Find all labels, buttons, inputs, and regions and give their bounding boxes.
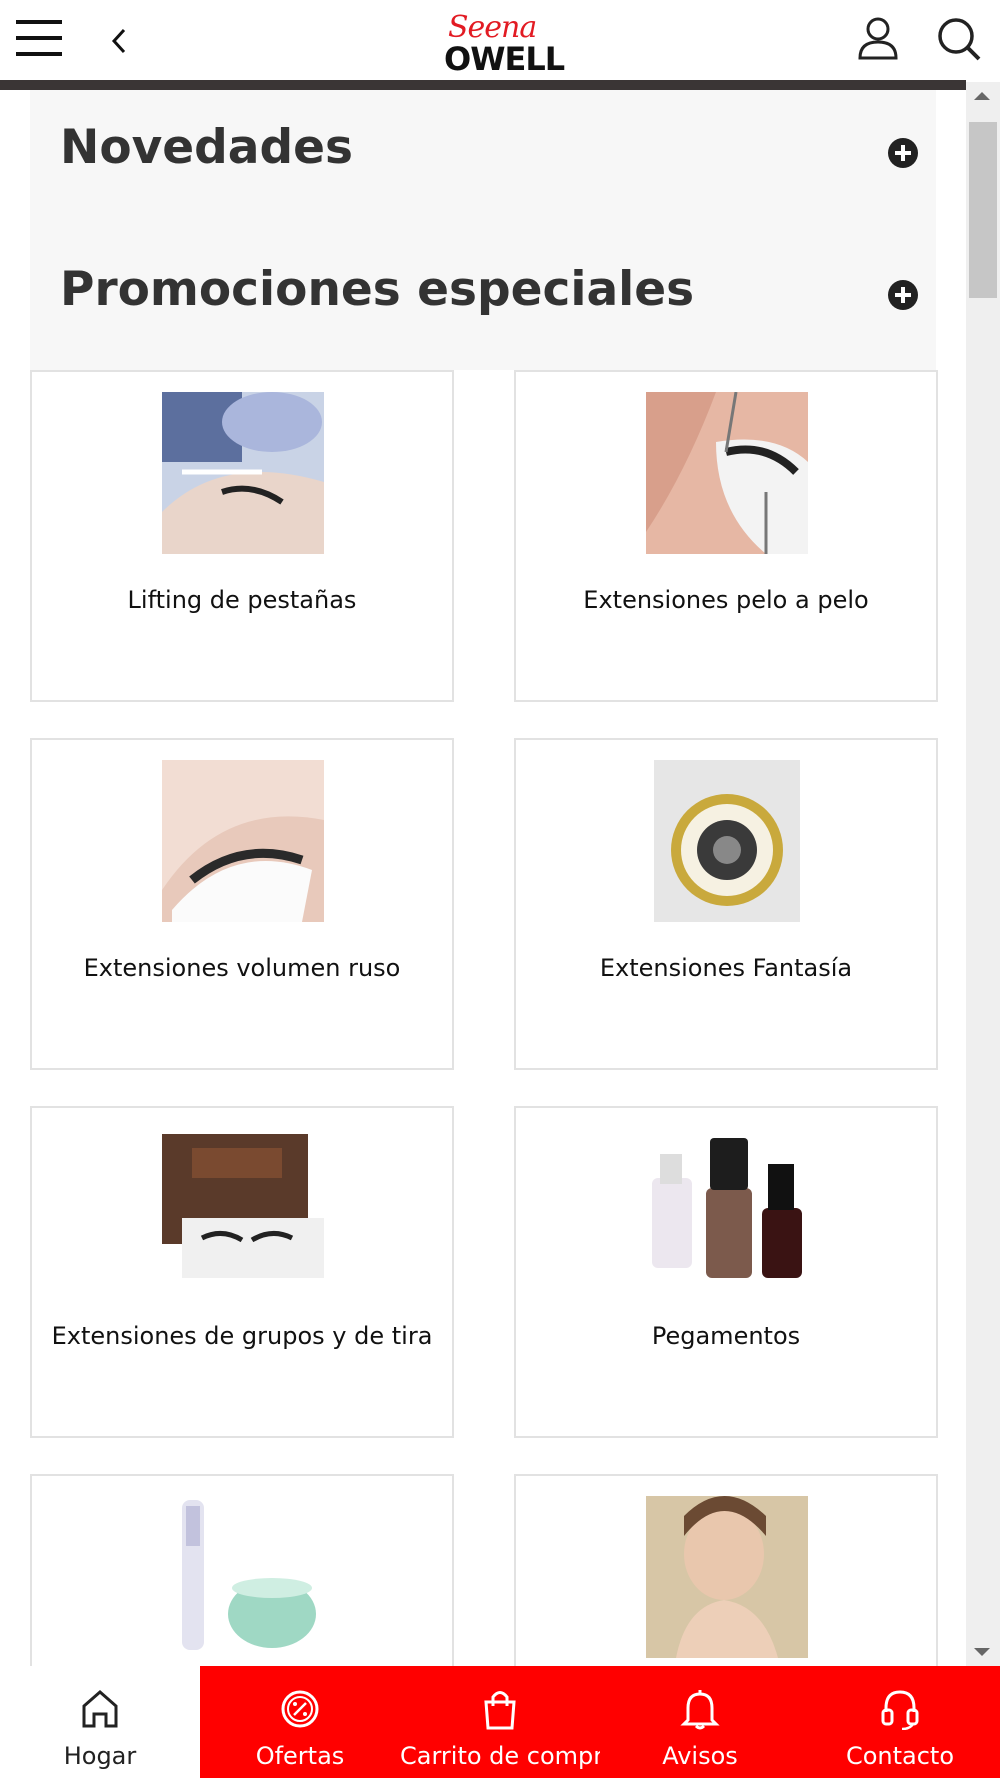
scroll-thumb[interactable] — [969, 122, 997, 298]
search-icon[interactable] — [936, 16, 982, 62]
category-card-pegamentos[interactable]: Pegamentos — [514, 1106, 938, 1438]
scroll-up-arrow-icon[interactable] — [974, 92, 990, 100]
lash-extension-image — [646, 392, 808, 554]
nav-label: Carrito de compra — [400, 1742, 600, 1770]
category-label: Pegamentos — [651, 1322, 801, 1350]
category-label: Extensiones de grupos y de tira — [51, 1322, 433, 1350]
nav-label: Contacto — [845, 1742, 955, 1770]
category-card-volumen-ruso[interactable]: Extensiones volumen ruso — [30, 738, 454, 1070]
category-card-fantasia[interactable]: Extensiones Fantasía — [514, 738, 938, 1070]
scroll-down-arrow-icon[interactable] — [974, 1648, 990, 1656]
app-header: Seena OWELL — [0, 0, 1000, 82]
headset-icon — [881, 1690, 919, 1730]
section-promociones[interactable]: Promociones especiales — [30, 230, 936, 330]
category-label: Extensiones pelo a pelo — [583, 586, 869, 614]
plus-circle-icon[interactable] — [888, 280, 918, 310]
volume-lash-image — [162, 760, 324, 922]
category-card-lifting[interactable]: Lifting de pestañas — [30, 370, 454, 702]
glue-bottles-image — [646, 1128, 808, 1290]
brand-logo[interactable]: Seena OWELL — [440, 8, 565, 78]
nav-label: Hogar — [63, 1742, 137, 1770]
bell-icon — [680, 1690, 720, 1730]
section-title: Novedades — [60, 120, 353, 175]
scrollbar[interactable] — [966, 82, 1000, 1666]
section-headers: Novedades Promociones especiales — [30, 90, 936, 370]
nav-item-avisos[interactable]: Avisos — [600, 1666, 800, 1778]
strip-lash-box-image — [162, 1128, 324, 1290]
category-label: Extensiones volumen ruso — [83, 954, 401, 982]
home-icon — [82, 1690, 118, 1728]
category-card-grupos-tira[interactable]: Extensiones de grupos y de tira — [30, 1106, 454, 1438]
lash-palette-image — [654, 760, 800, 922]
nav-item-ofertas[interactable]: Ofertas — [200, 1666, 400, 1778]
user-icon[interactable] — [856, 16, 900, 60]
section-novedades[interactable]: Novedades — [30, 90, 936, 190]
nav-label: Ofertas — [255, 1742, 345, 1770]
category-label: Extensiones Fantasía — [599, 954, 853, 982]
nav-item-hogar[interactable]: Hogar — [0, 1666, 200, 1778]
hero-banner-strip — [0, 80, 966, 90]
model-portrait-image — [646, 1496, 808, 1658]
logo-main-text: OWELL — [444, 40, 565, 78]
bottom-navigation: Hogar Ofertas Carrito de compra Avisos C… — [0, 1666, 1000, 1778]
category-card-pelo-a-pelo[interactable]: Extensiones pelo a pelo — [514, 370, 938, 702]
category-label: Lifting de pestañas — [127, 586, 357, 614]
shopping-bag-icon — [484, 1691, 516, 1730]
plus-circle-icon[interactable] — [888, 138, 918, 168]
nav-item-carrito[interactable]: Carrito de compra — [400, 1666, 600, 1778]
section-title: Promociones especiales — [60, 262, 695, 317]
lash-lifting-image — [162, 392, 324, 554]
nav-red-bar: Ofertas Carrito de compra Avisos Contact… — [200, 1666, 1000, 1778]
hamburger-menu-icon[interactable] — [16, 18, 64, 58]
discount-badge-icon — [281, 1690, 319, 1728]
chevron-left-icon[interactable] — [108, 24, 132, 58]
nav-item-contacto[interactable]: Contacto — [800, 1666, 1000, 1778]
nav-label: Avisos — [662, 1742, 738, 1770]
lash-serum-image — [162, 1496, 324, 1658]
